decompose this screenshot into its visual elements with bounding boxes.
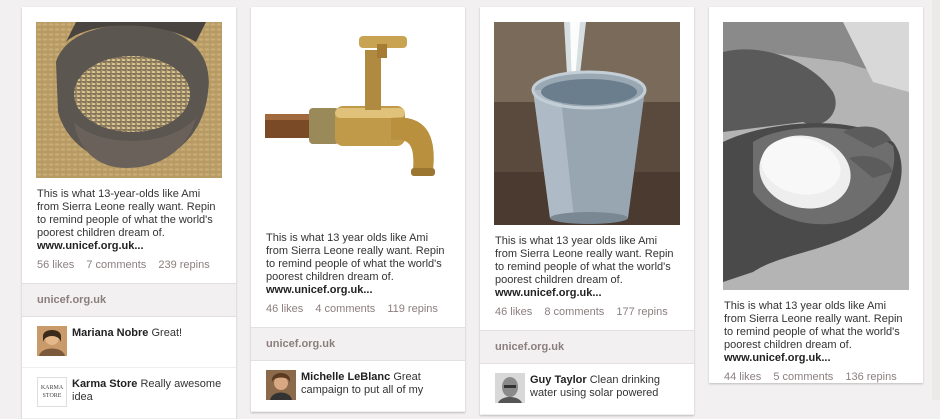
avatar[interactable]: [37, 326, 67, 356]
pin-description: This is what 13 year olds like Ami from …: [266, 232, 450, 297]
comment-item: Mariana Nobre Great!: [22, 317, 236, 368]
comment-author[interactable]: Karma Store: [72, 378, 137, 390]
description-text: This is what 13 year olds like Ami from …: [724, 300, 903, 351]
pin-card[interactable]: This is what 13 year olds like Ami from …: [709, 7, 923, 383]
pin-description: This is what 13 year olds like Ami from …: [495, 235, 679, 300]
pin-stats: 56 likes 7 comments 239 repins: [37, 259, 221, 271]
comments-count[interactable]: 7 comments: [86, 259, 146, 271]
pin-card[interactable]: This is what 13 year olds like Ami from …: [251, 7, 465, 412]
avatar[interactable]: [495, 373, 525, 403]
comments-count[interactable]: 8 comments: [544, 306, 604, 318]
comments-count[interactable]: 4 comments: [315, 303, 375, 315]
pin-stats: 44 likes 5 comments 136 repins: [724, 371, 908, 383]
pin-stats: 46 likes 4 comments 119 repins: [266, 303, 450, 315]
pin-stats: 46 likes 8 comments 177 repins: [495, 306, 679, 318]
soap-photo: [723, 22, 909, 290]
grain-photo: [36, 22, 222, 178]
hands-holding-grain-image[interactable]: [36, 22, 222, 178]
likes-count[interactable]: 46 likes: [495, 306, 532, 318]
comment-author[interactable]: Michelle LeBlanc: [301, 371, 390, 383]
avatar-logo-text: KARMA STORE: [40, 385, 64, 399]
comment-item: Michelle LeBlanc Great campaign to put a…: [251, 361, 465, 412]
comment-author[interactable]: Guy Taylor: [530, 374, 587, 386]
description-text: This is what 13 year olds like Ami from …: [495, 235, 674, 286]
pin-source[interactable]: unicef.org.uk: [251, 327, 465, 361]
pin-link[interactable]: www.unicef.org.uk...: [724, 352, 908, 365]
hands-holding-soap-image[interactable]: [723, 22, 909, 290]
likes-count[interactable]: 46 likes: [266, 303, 303, 315]
repins-count[interactable]: 119 repins: [387, 303, 438, 315]
comment-item: KARMA STORE Karma Store Really awesome i…: [22, 368, 236, 419]
tap-photo: [265, 22, 451, 222]
avatar[interactable]: KARMA STORE: [37, 377, 67, 407]
comments-count[interactable]: 5 comments: [773, 371, 833, 383]
repins-count[interactable]: 136 repins: [845, 371, 896, 383]
avatar[interactable]: [266, 370, 296, 400]
comment-author[interactable]: Mariana Nobre: [72, 327, 148, 339]
pin-description: This is what 13 year olds like Ami from …: [724, 300, 908, 365]
likes-count[interactable]: 44 likes: [724, 371, 761, 383]
pin-link[interactable]: www.unicef.org.uk...: [37, 240, 221, 253]
scrollbar[interactable]: [932, 0, 940, 400]
repins-count[interactable]: 239 repins: [158, 259, 209, 271]
brass-tap-image[interactable]: [265, 22, 451, 222]
likes-count[interactable]: 56 likes: [37, 259, 74, 271]
comment-item: Guy Taylor Clean drinking water using so…: [480, 364, 694, 415]
pin-source[interactable]: unicef.org.uk: [22, 283, 236, 317]
pin-card[interactable]: This is what 13 year olds like Ami from …: [480, 7, 694, 415]
water-bucket-image[interactable]: [494, 22, 680, 225]
description-text: This is what 13 year olds like Ami from …: [266, 232, 445, 283]
pin-link[interactable]: www.unicef.org.uk...: [495, 287, 679, 300]
pin-description: This is what 13-year-olds like Ami from …: [37, 188, 221, 253]
pin-source[interactable]: unicef.org.uk: [480, 330, 694, 364]
bucket-photo: [494, 22, 680, 225]
pin-card[interactable]: This is what 13-year-olds like Ami from …: [22, 7, 236, 419]
pin-link[interactable]: www.unicef.org.uk...: [266, 284, 450, 297]
comment-text: Great!: [151, 327, 183, 339]
repins-count[interactable]: 177 repins: [616, 306, 667, 318]
description-text: This is what 13-year-olds like Ami from …: [37, 188, 216, 239]
